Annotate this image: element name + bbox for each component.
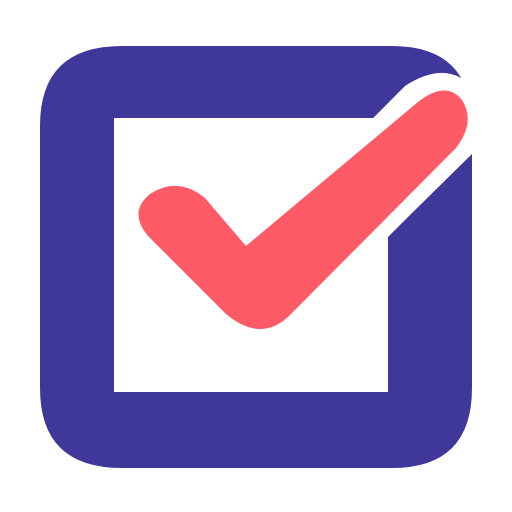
app-icon: [0, 0, 512, 512]
checkbox-checked-icon: [40, 46, 484, 468]
